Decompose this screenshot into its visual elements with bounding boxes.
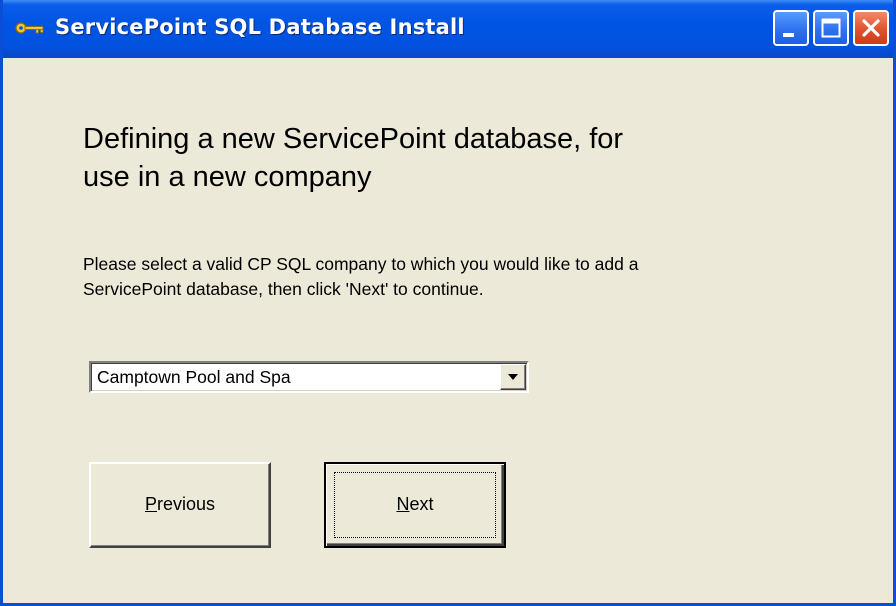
title-bar[interactable]: ServicePoint SQL Database Install xyxy=(3,0,893,58)
maximize-button[interactable] xyxy=(813,10,849,46)
chevron-down-icon xyxy=(508,374,518,380)
maximize-icon xyxy=(821,18,841,38)
previous-label-rest: revious xyxy=(156,494,216,514)
instructions-line-1: Please select a valid CP SQL company to … xyxy=(83,254,639,274)
dropdown-button[interactable] xyxy=(500,364,526,390)
instructions-line-2: ServicePoint database, then click 'Next'… xyxy=(83,279,484,299)
company-select[interactable]: Camptown Pool and Spa xyxy=(89,361,529,393)
page-heading: Defining a new ServicePoint database, fo… xyxy=(83,120,803,196)
next-label-rest: ext xyxy=(409,494,434,514)
previous-button-label: Previous xyxy=(91,494,269,515)
next-button[interactable]: Next xyxy=(324,462,506,548)
previous-button[interactable]: Previous xyxy=(89,462,271,548)
instructions-text: Please select a valid CP SQL company to … xyxy=(83,252,843,302)
next-button-label: Next xyxy=(326,494,504,515)
window-title: ServicePoint SQL Database Install xyxy=(55,15,465,39)
next-accel-key: N xyxy=(396,494,410,514)
close-button[interactable] xyxy=(853,10,889,46)
company-select-value: Camptown Pool and Spa xyxy=(97,367,291,387)
minimize-button[interactable] xyxy=(773,10,809,46)
heading-line-2: use in a new company xyxy=(83,161,372,193)
key-icon xyxy=(15,21,45,35)
minimize-icon xyxy=(783,33,794,37)
installer-window: ServicePoint SQL Database Install Defini… xyxy=(0,0,896,606)
heading-line-1: Defining a new ServicePoint database, fo… xyxy=(83,123,624,155)
close-icon xyxy=(862,19,880,37)
previous-accel-key: P xyxy=(144,494,157,514)
